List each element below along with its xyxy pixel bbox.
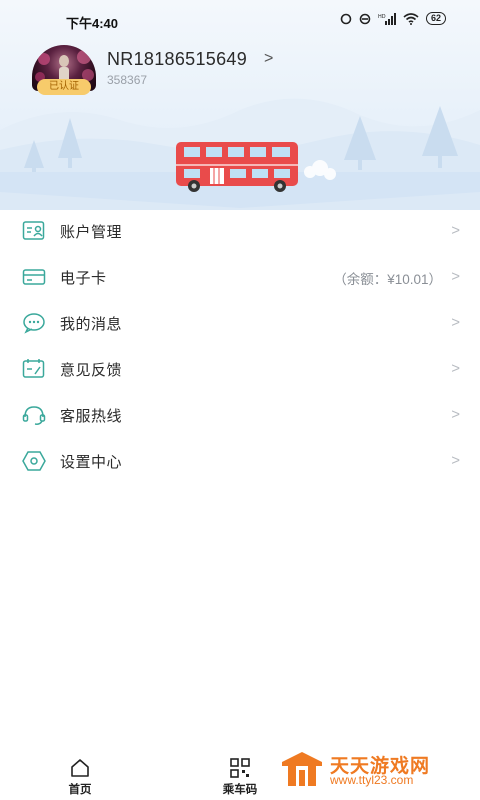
status-icons: HD 62	[340, 12, 446, 25]
status-time: 下午4:40	[66, 16, 119, 31]
profile-header: 下午4:40 HD 62 已认证 NR18186515649 > 358367	[0, 0, 480, 210]
tab-qr-code[interactable]: 乘车码	[210, 758, 270, 797]
watermark-url: www.ttyl23.com	[330, 773, 414, 787]
menu-item-label: 客服热线	[60, 408, 123, 425]
username[interactable]: NR18186515649	[107, 49, 247, 70]
do-not-disturb-icon	[359, 13, 371, 24]
menu-item-feedback[interactable]: 意见反馈 >	[0, 346, 480, 392]
feedback-icon	[22, 359, 45, 378]
tab-home-label: 首页	[68, 784, 92, 796]
menu-item-messages[interactable]: 我的消息 >	[0, 300, 480, 346]
chevron-right-icon: >	[451, 268, 460, 285]
profile-arrow-icon[interactable]: >	[264, 50, 273, 68]
e-card-icon	[22, 269, 46, 285]
menu-item-hotline[interactable]: 客服热线 >	[0, 392, 480, 438]
menu-item-label: 电子卡	[60, 270, 107, 287]
menu-item-label: 意见反馈	[60, 362, 123, 379]
ecard-balance: （余额：¥10.01）	[333, 272, 442, 287]
tab-home[interactable]: 首页	[50, 758, 110, 797]
wifi-icon	[403, 12, 419, 25]
watermark: 天天游戏网 www.ttyl23.com	[280, 750, 480, 790]
headset-icon	[22, 406, 46, 425]
status-bar: 下午4:40 HD 62	[0, 0, 480, 40]
signal-icon: HD	[378, 12, 396, 25]
menu-item-label: 我的消息	[60, 316, 123, 333]
chevron-right-icon: >	[451, 406, 460, 423]
header-illustration	[0, 98, 480, 210]
menu-item-label: 设置中心	[60, 454, 123, 471]
settings-hexagon-icon	[22, 451, 46, 471]
battery-indicator: 62	[425, 12, 446, 25]
message-bubble-icon	[23, 313, 45, 334]
menu-item-settings[interactable]: 设置中心 >	[0, 438, 480, 484]
chevron-right-icon: >	[451, 360, 460, 377]
chevron-right-icon: >	[451, 452, 460, 469]
chevron-right-icon: >	[451, 314, 460, 331]
tab-qr-label: 乘车码	[222, 784, 258, 796]
qr-code-icon	[230, 758, 250, 778]
menu-list: 账户管理 > 电子卡 （余额：¥10.01） > 我的消息 > 意见反馈 > 客…	[0, 208, 480, 484]
account-card-icon	[22, 221, 45, 240]
sync-icon	[340, 13, 352, 24]
svg-text:HD: HD	[378, 14, 386, 20]
menu-item-ecard[interactable]: 电子卡 （余额：¥10.01） >	[0, 254, 480, 300]
menu-item-label: 账户管理	[60, 224, 123, 241]
chevron-right-icon: >	[451, 222, 460, 239]
bus-icon	[176, 142, 298, 192]
user-id: 358367	[107, 73, 148, 87]
watermark-logo-icon	[282, 752, 322, 786]
home-icon	[71, 759, 89, 777]
menu-item-account[interactable]: 账户管理 >	[0, 208, 480, 254]
